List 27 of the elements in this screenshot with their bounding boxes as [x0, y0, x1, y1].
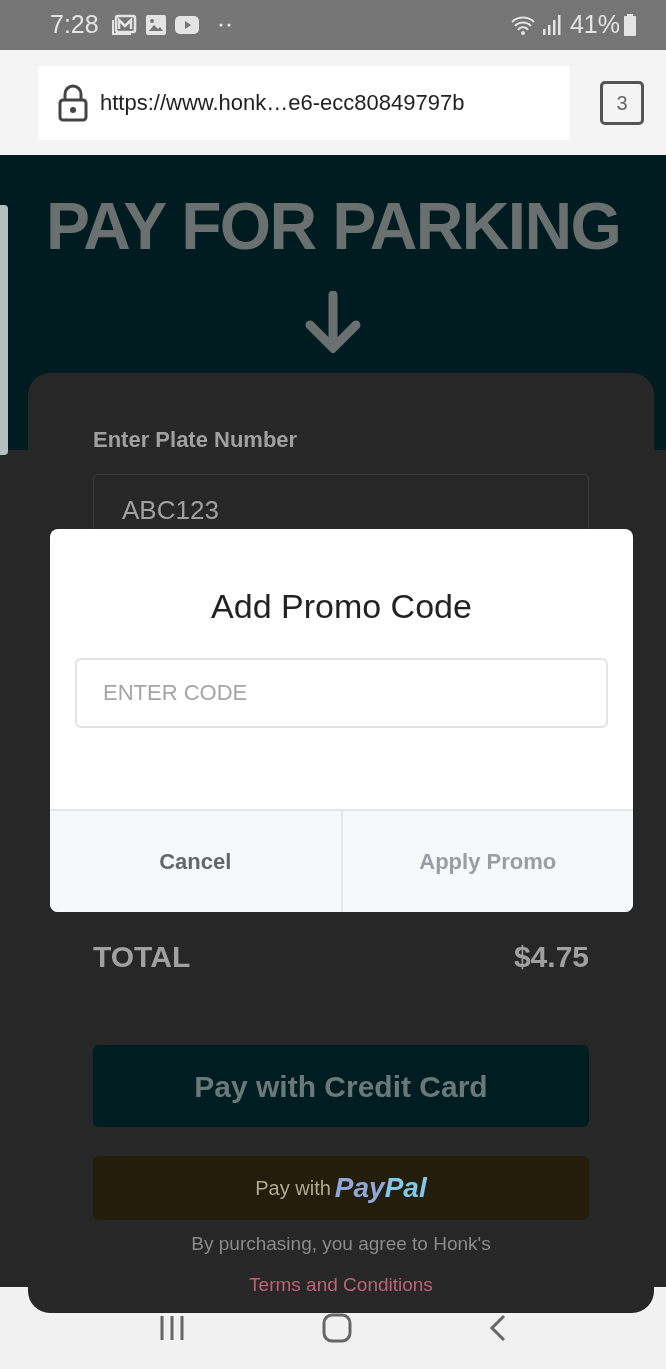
video-icon — [174, 16, 199, 34]
address-bar[interactable]: https://www.honk…e6-ecc80849797b — [38, 65, 570, 140]
battery-icon — [624, 14, 636, 36]
edge-panel-handle[interactable] — [0, 205, 8, 455]
url-text: https://www.honk…e6-ecc80849797b — [100, 89, 465, 117]
home-icon[interactable] — [322, 1313, 352, 1343]
tab-count-button[interactable]: 3 — [600, 80, 644, 125]
total-label: TOTAL — [93, 939, 191, 975]
more-icon — [218, 23, 231, 27]
paypal-button[interactable]: Pay with PayPal — [93, 1156, 589, 1220]
back-icon[interactable] — [488, 1313, 508, 1343]
promo-code-field[interactable]: ENTER CODE — [75, 658, 608, 728]
page-title: PAY FOR PARKING — [45, 193, 621, 259]
credit-card-button[interactable]: Pay with Credit Card — [93, 1045, 589, 1127]
signal-icon — [541, 15, 562, 35]
lock-icon — [58, 83, 88, 122]
dialog-button[interactable]: Cancel — [50, 811, 341, 912]
image-icon — [144, 14, 167, 36]
battery-percent: 41% — [569, 9, 620, 41]
clock: 7:28 — [50, 9, 99, 41]
plate-label: Enter Plate Number — [93, 426, 299, 454]
terms-link[interactable]: Terms and Conditions — [93, 1270, 589, 1299]
total-amount: $4.75 — [513, 939, 589, 975]
recent-apps-icon[interactable] — [158, 1314, 186, 1342]
mail-icon — [110, 14, 137, 36]
dialog-title: Add Promo Code — [210, 586, 473, 627]
agreement-text: By purchasing, you agree to Honk's — [190, 1232, 492, 1256]
